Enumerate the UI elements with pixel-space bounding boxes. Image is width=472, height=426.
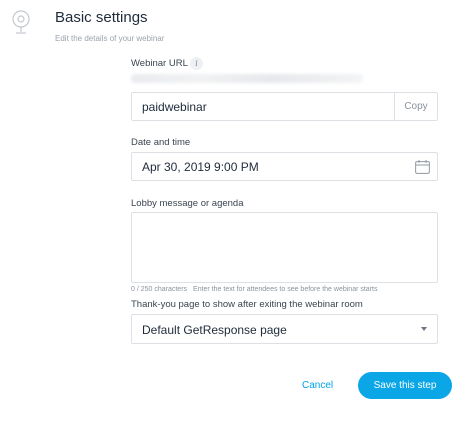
cancel-button[interactable]: Cancel: [302, 380, 333, 391]
date-time-value[interactable]: Apr 30, 2019 9:00 PM: [142, 160, 259, 174]
thank-you-selected: Default GetResponse page: [142, 323, 287, 337]
webcam-icon: [12, 10, 30, 34]
date-time-label: Date and time: [131, 137, 191, 148]
save-step-button[interactable]: Save this step: [358, 372, 452, 399]
lobby-hint: 0 / 250 characters Enter the text for att…: [131, 286, 377, 293]
webinar-url-value[interactable]: paidwebinar: [142, 100, 207, 114]
page-title: Basic settings: [55, 9, 148, 26]
lobby-label: Lobby message or agenda: [131, 198, 244, 209]
webinar-url-preview: [131, 74, 363, 83]
page-subtitle: Edit the details of your webinar: [55, 34, 165, 43]
webinar-url-field[interactable]: paidwebinar Copy: [131, 92, 438, 121]
character-counter: 0 / 250 characters: [131, 286, 188, 293]
calendar-icon[interactable]: [415, 160, 430, 174]
thank-you-label: Thank-you page to show after exiting the…: [131, 299, 363, 310]
lobby-message-textarea[interactable]: [131, 212, 438, 283]
lobby-hint-text: Enter the text for attendees to see befo…: [193, 286, 378, 293]
thank-you-select[interactable]: Default GetResponse page: [131, 314, 438, 344]
copy-button[interactable]: Copy: [394, 93, 437, 120]
info-icon[interactable]: i: [190, 57, 203, 70]
webinar-url-label: Webinar URL: [131, 58, 188, 69]
chevron-down-icon[interactable]: [421, 327, 427, 331]
date-time-field[interactable]: Apr 30, 2019 9:00 PM: [131, 152, 438, 181]
